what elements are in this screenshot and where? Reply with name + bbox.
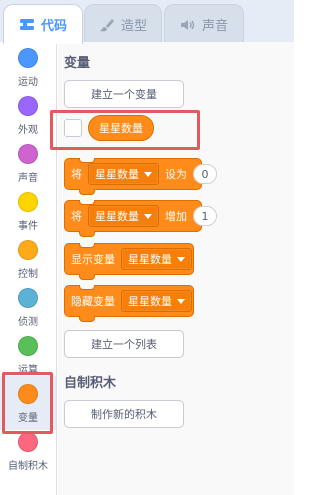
block-notch: [79, 285, 95, 290]
set-block-action: 设为: [165, 168, 187, 181]
chevron-down-icon: [144, 213, 152, 219]
chevron-down-icon: [177, 298, 185, 304]
block-bottom-tab: [79, 274, 95, 280]
category-events-label: 事件: [18, 221, 38, 232]
category-sensing-label: 侦测: [18, 317, 38, 328]
set-variable-block[interactable]: 将 星星数量 设为 0: [64, 158, 217, 195]
change-block-keyword: 将: [71, 210, 82, 223]
category-control-label: 控制: [18, 269, 38, 280]
block-bottom-tab: [79, 189, 95, 195]
category-sound[interactable]: 声音: [0, 142, 56, 190]
show-block-variable: 星星数量: [128, 253, 172, 266]
category-sound-label: 声音: [18, 173, 38, 184]
speaker-icon: [180, 18, 196, 32]
change-block-variable: 星星数量: [95, 210, 139, 223]
tab-costume[interactable]: 造型: [84, 4, 162, 44]
tab-sound-label: 声音: [201, 19, 228, 34]
block-notch: [79, 243, 95, 248]
chevron-down-icon: [144, 171, 152, 177]
show-variable-block[interactable]: 显示变量 星星数量: [64, 243, 194, 280]
block-bottom-tab: [79, 316, 95, 322]
category-looks-label: 外观: [18, 125, 38, 136]
tab-bar-filler: [244, 8, 294, 42]
category-motion-dot: [18, 48, 38, 68]
set-block-keyword: 将: [71, 168, 82, 181]
category-motion-label: 运动: [18, 77, 38, 88]
hide-block-variable-dropdown[interactable]: 星星数量: [121, 290, 192, 312]
make-block-button[interactable]: 制作新的积木: [64, 400, 184, 428]
chevron-down-icon: [177, 256, 185, 262]
code-icon: [19, 18, 35, 32]
hide-variable-block[interactable]: 隐藏变量 星星数量: [64, 285, 194, 322]
category-operators-dot: [18, 336, 38, 356]
tab-code-label: 代码: [40, 19, 67, 34]
change-block-variable-dropdown[interactable]: 星星数量: [88, 205, 159, 227]
category-sensing[interactable]: 侦测: [0, 286, 56, 334]
category-looks-dot: [18, 96, 38, 116]
variables-section-title: 变量: [64, 56, 91, 71]
make-list-button[interactable]: 建立一个列表: [64, 330, 184, 358]
set-block-variable-dropdown[interactable]: 星星数量: [88, 163, 159, 185]
change-variable-block[interactable]: 将 星星数量 增加 1: [64, 200, 217, 237]
category-events-dot: [18, 192, 38, 212]
category-my-blocks-dot: [18, 432, 38, 452]
block-bottom-tab: [79, 231, 95, 237]
set-block-value-input[interactable]: 0: [193, 164, 217, 184]
change-block-action: 增加: [165, 210, 187, 223]
category-my-blocks[interactable]: 自制积木: [0, 430, 56, 478]
show-block-variable-dropdown[interactable]: 星星数量: [121, 248, 192, 270]
block-notch: [79, 158, 95, 163]
variables-category-highlight: [2, 372, 53, 434]
change-block-value-input[interactable]: 1: [193, 206, 217, 226]
category-sensing-dot: [18, 288, 38, 308]
brush-icon: [99, 17, 115, 33]
tab-sound[interactable]: 声音: [164, 4, 244, 44]
category-sound-dot: [18, 144, 38, 164]
show-block-keyword: 显示变量: [71, 253, 115, 266]
set-block-variable: 星星数量: [95, 168, 139, 181]
block-notch: [79, 200, 95, 205]
category-events[interactable]: 事件: [0, 190, 56, 238]
category-looks[interactable]: 外观: [0, 94, 56, 142]
make-variable-button[interactable]: 建立一个变量: [64, 80, 184, 108]
hide-block-variable: 星星数量: [128, 295, 172, 308]
hide-block-keyword: 隐藏变量: [71, 295, 115, 308]
category-motion[interactable]: 运动: [0, 46, 56, 94]
variable-reporter-highlight: [50, 110, 200, 150]
editor-tab-bar: 代码 造型 声音: [0, 0, 294, 44]
tab-code[interactable]: 代码: [3, 4, 83, 44]
category-control-dot: [18, 240, 38, 260]
category-my-blocks-label: 自制积木: [8, 461, 48, 472]
category-control[interactable]: 控制: [0, 238, 56, 286]
my-blocks-section-title: 自制积木: [64, 376, 117, 391]
tab-costume-label: 造型: [120, 19, 147, 34]
